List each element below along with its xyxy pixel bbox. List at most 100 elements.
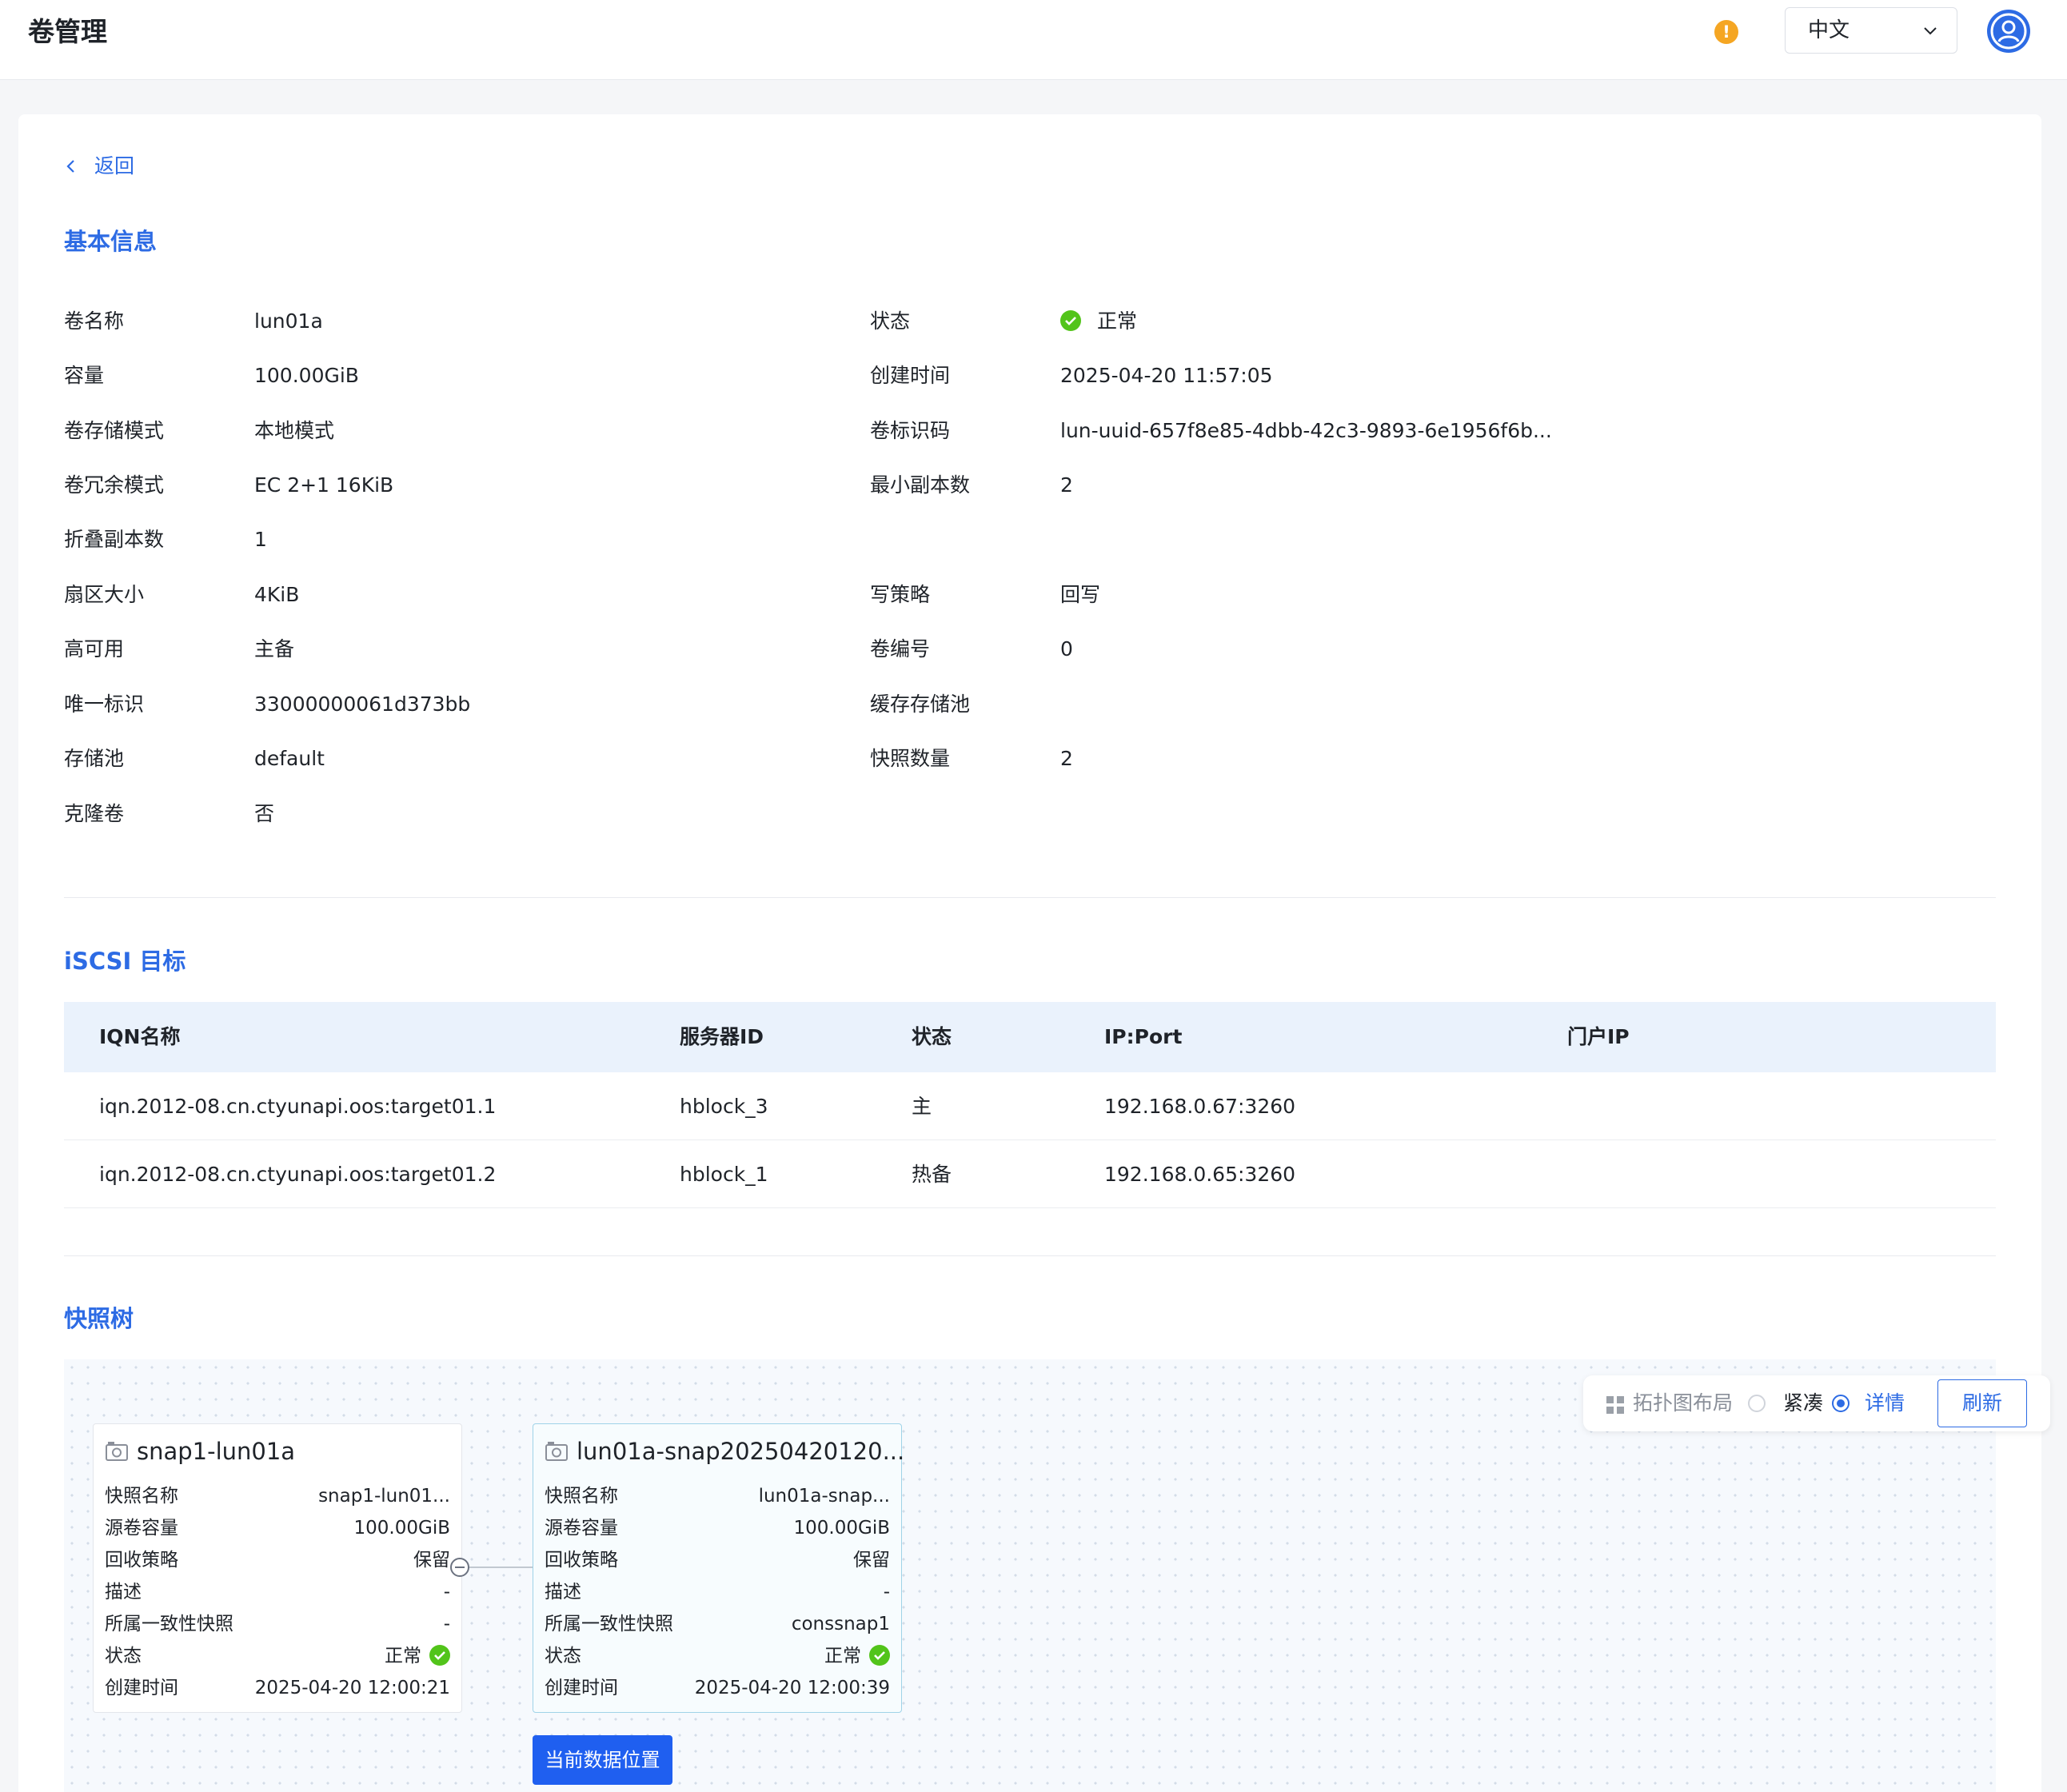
column-header: 门户IP bbox=[1567, 1025, 1630, 1048]
field-label: 源卷容量 bbox=[545, 1518, 618, 1539]
status-text: 正常 bbox=[824, 1646, 861, 1666]
divider bbox=[64, 1255, 1996, 1256]
field-value: 2025-04-20 12:00:39 bbox=[694, 1678, 890, 1698]
detail-radio-label[interactable]: 详情 bbox=[1865, 1375, 1905, 1431]
field-label: 创建时间 bbox=[545, 1678, 618, 1698]
current-data-position-button[interactable]: 当前数据位置 bbox=[533, 1735, 672, 1785]
info-value: 33000000061d373bb bbox=[254, 692, 471, 716]
language-select[interactable]: 中文 bbox=[1785, 7, 1957, 54]
field-value: 保留 bbox=[853, 1550, 890, 1570]
status-value: 正常 bbox=[1060, 305, 1137, 337]
collapse-toggle-icon[interactable] bbox=[450, 1558, 469, 1577]
field-label: 描述 bbox=[105, 1582, 142, 1602]
field-label: 快照名称 bbox=[105, 1486, 178, 1507]
snapshot-node-name: snap1-lun01a bbox=[137, 1438, 296, 1465]
snapshot-field: 状态 正常 bbox=[105, 1640, 450, 1672]
snapshot-node[interactable]: snap1-lun01a 快照名称 snap1-lun01... 源卷容量 100.… bbox=[93, 1423, 462, 1713]
info-label: 快照数量 bbox=[870, 747, 951, 770]
info-label: 卷编号 bbox=[870, 637, 931, 661]
snapshot-node[interactable]: lun01a-snap20250420120... 快照名称 lun01a-sna… bbox=[533, 1423, 904, 1713]
field-label: 回收策略 bbox=[105, 1550, 178, 1570]
info-value: 4KiB bbox=[254, 583, 300, 606]
snapshot-field: 描述 - bbox=[105, 1576, 450, 1608]
field-value: 100.00GiB bbox=[793, 1518, 890, 1539]
camera-icon bbox=[545, 1442, 568, 1461]
info-value: 2025-04-20 11:57:05 bbox=[1060, 364, 1273, 387]
field-label: 所属一致性快照 bbox=[105, 1614, 233, 1634]
top-bar: 卷管理 ! 中文 bbox=[0, 0, 2067, 80]
camera-icon bbox=[106, 1442, 128, 1461]
info-label: 克隆卷 bbox=[64, 802, 125, 825]
snapshot-field: 状态 正常 bbox=[545, 1640, 890, 1672]
snapshot-field: 描述 - bbox=[545, 1576, 890, 1608]
snapshot-field: 快照名称 snap1-lun01... bbox=[105, 1480, 450, 1512]
field-value: - bbox=[883, 1582, 890, 1602]
grid-layout-icon bbox=[1606, 1396, 1624, 1414]
info-value: 1 bbox=[254, 528, 267, 551]
info-value: 2 bbox=[1060, 473, 1073, 497]
info-label: 最小副本数 bbox=[870, 473, 971, 497]
check-circle-icon bbox=[429, 1645, 450, 1666]
info-value: lun01a bbox=[254, 309, 323, 333]
info-value: 100.00GiB bbox=[254, 364, 359, 387]
snapshot-field: 源卷容量 100.00GiB bbox=[545, 1512, 890, 1544]
chevron-down-icon bbox=[1924, 27, 1937, 35]
table-row: iqn.2012-08.cn.ctyunapi.oos:target01.2 h… bbox=[64, 1140, 1996, 1208]
column-header: IQN名称 bbox=[99, 1025, 181, 1048]
snapshot-field: 所属一致性快照 - bbox=[105, 1608, 450, 1640]
info-label: 唯一标识 bbox=[64, 692, 145, 716]
field-label: 状态 bbox=[545, 1646, 581, 1666]
table-cell: iqn.2012-08.cn.ctyunapi.oos:target01.2 bbox=[99, 1163, 497, 1186]
exclamation-icon[interactable]: ! bbox=[1714, 20, 1738, 44]
info-label: 卷标识码 bbox=[870, 419, 951, 442]
field-value: 2025-04-20 12:00:21 bbox=[254, 1678, 450, 1698]
info-label: 卷名称 bbox=[64, 309, 125, 333]
field-value: snap1-lun01... bbox=[318, 1486, 450, 1507]
info-value: 本地模式 bbox=[254, 419, 335, 442]
info-value: 否 bbox=[254, 802, 275, 825]
field-value: - bbox=[443, 1614, 450, 1634]
field-label: 所属一致性快照 bbox=[545, 1614, 673, 1634]
user-icon[interactable] bbox=[1987, 10, 2030, 53]
back-label: 返回 bbox=[94, 154, 135, 178]
status-text: 正常 bbox=[385, 1646, 421, 1666]
table-cell: 主 bbox=[912, 1095, 932, 1118]
info-value: lun-uuid-657f8e85-4dbb-42c3-9893-6e1956f… bbox=[1060, 419, 1552, 442]
refresh-button[interactable]: 刷新 bbox=[1937, 1379, 2027, 1427]
info-value: 2 bbox=[1060, 747, 1073, 770]
field-label: 创建时间 bbox=[105, 1678, 178, 1698]
table-cell: 热备 bbox=[912, 1163, 952, 1186]
snapshot-field: 源卷容量 100.00GiB bbox=[105, 1512, 450, 1544]
section-title-snapshot-tree: 快照树 bbox=[64, 1305, 134, 1332]
layout-label: 拓扑图布局 bbox=[1633, 1391, 1734, 1415]
section-title-basic-info: 基本信息 bbox=[64, 228, 158, 255]
info-label: 创建时间 bbox=[870, 364, 951, 387]
column-header: 服务器ID bbox=[680, 1025, 764, 1048]
snapshot-field: 所属一致性快照 conssnap1 bbox=[545, 1608, 890, 1640]
iscsi-table: IQN名称 服务器ID 状态 IP:Port 门户IP iqn.2012-08.… bbox=[64, 1002, 1996, 1208]
snapshot-field: 回收策略 保留 bbox=[545, 1544, 890, 1576]
table-cell: hblock_3 bbox=[680, 1095, 768, 1118]
field-value: 100.00GiB bbox=[353, 1518, 450, 1539]
info-label: 缓存存储池 bbox=[870, 692, 971, 716]
column-header: 状态 bbox=[912, 1025, 952, 1048]
divider bbox=[64, 897, 1996, 898]
detail-radio[interactable] bbox=[1832, 1395, 1850, 1412]
compact-radio-label[interactable]: 紧凑 bbox=[1783, 1375, 1823, 1431]
status-text: 正常 bbox=[1097, 309, 1138, 333]
language-value: 中文 bbox=[1808, 18, 1850, 42]
field-value-status: 正常 bbox=[385, 1640, 450, 1672]
info-label: 卷冗余模式 bbox=[64, 473, 165, 497]
field-label: 源卷容量 bbox=[105, 1518, 178, 1539]
info-value: 0 bbox=[1060, 637, 1073, 661]
info-label: 写策略 bbox=[870, 583, 931, 606]
compact-radio[interactable] bbox=[1748, 1395, 1766, 1412]
snapshot-field: 快照名称 lun01a-snap... bbox=[545, 1480, 890, 1512]
snapshot-field: 创建时间 2025-04-20 12:00:21 bbox=[105, 1672, 450, 1704]
table-cell: 192.168.0.65:3260 bbox=[1104, 1163, 1296, 1186]
chevron-left-icon bbox=[66, 160, 74, 173]
table-row: iqn.2012-08.cn.ctyunapi.oos:target01.1 h… bbox=[64, 1072, 1996, 1140]
snapshot-tree-canvas[interactable]: 拓扑图布局 紧凑 详情 刷新 snap1-lun01a 快照名称 snap1-lu… bbox=[64, 1359, 2050, 1792]
column-header: IP:Port bbox=[1104, 1025, 1183, 1048]
info-label: 高可用 bbox=[64, 637, 125, 661]
